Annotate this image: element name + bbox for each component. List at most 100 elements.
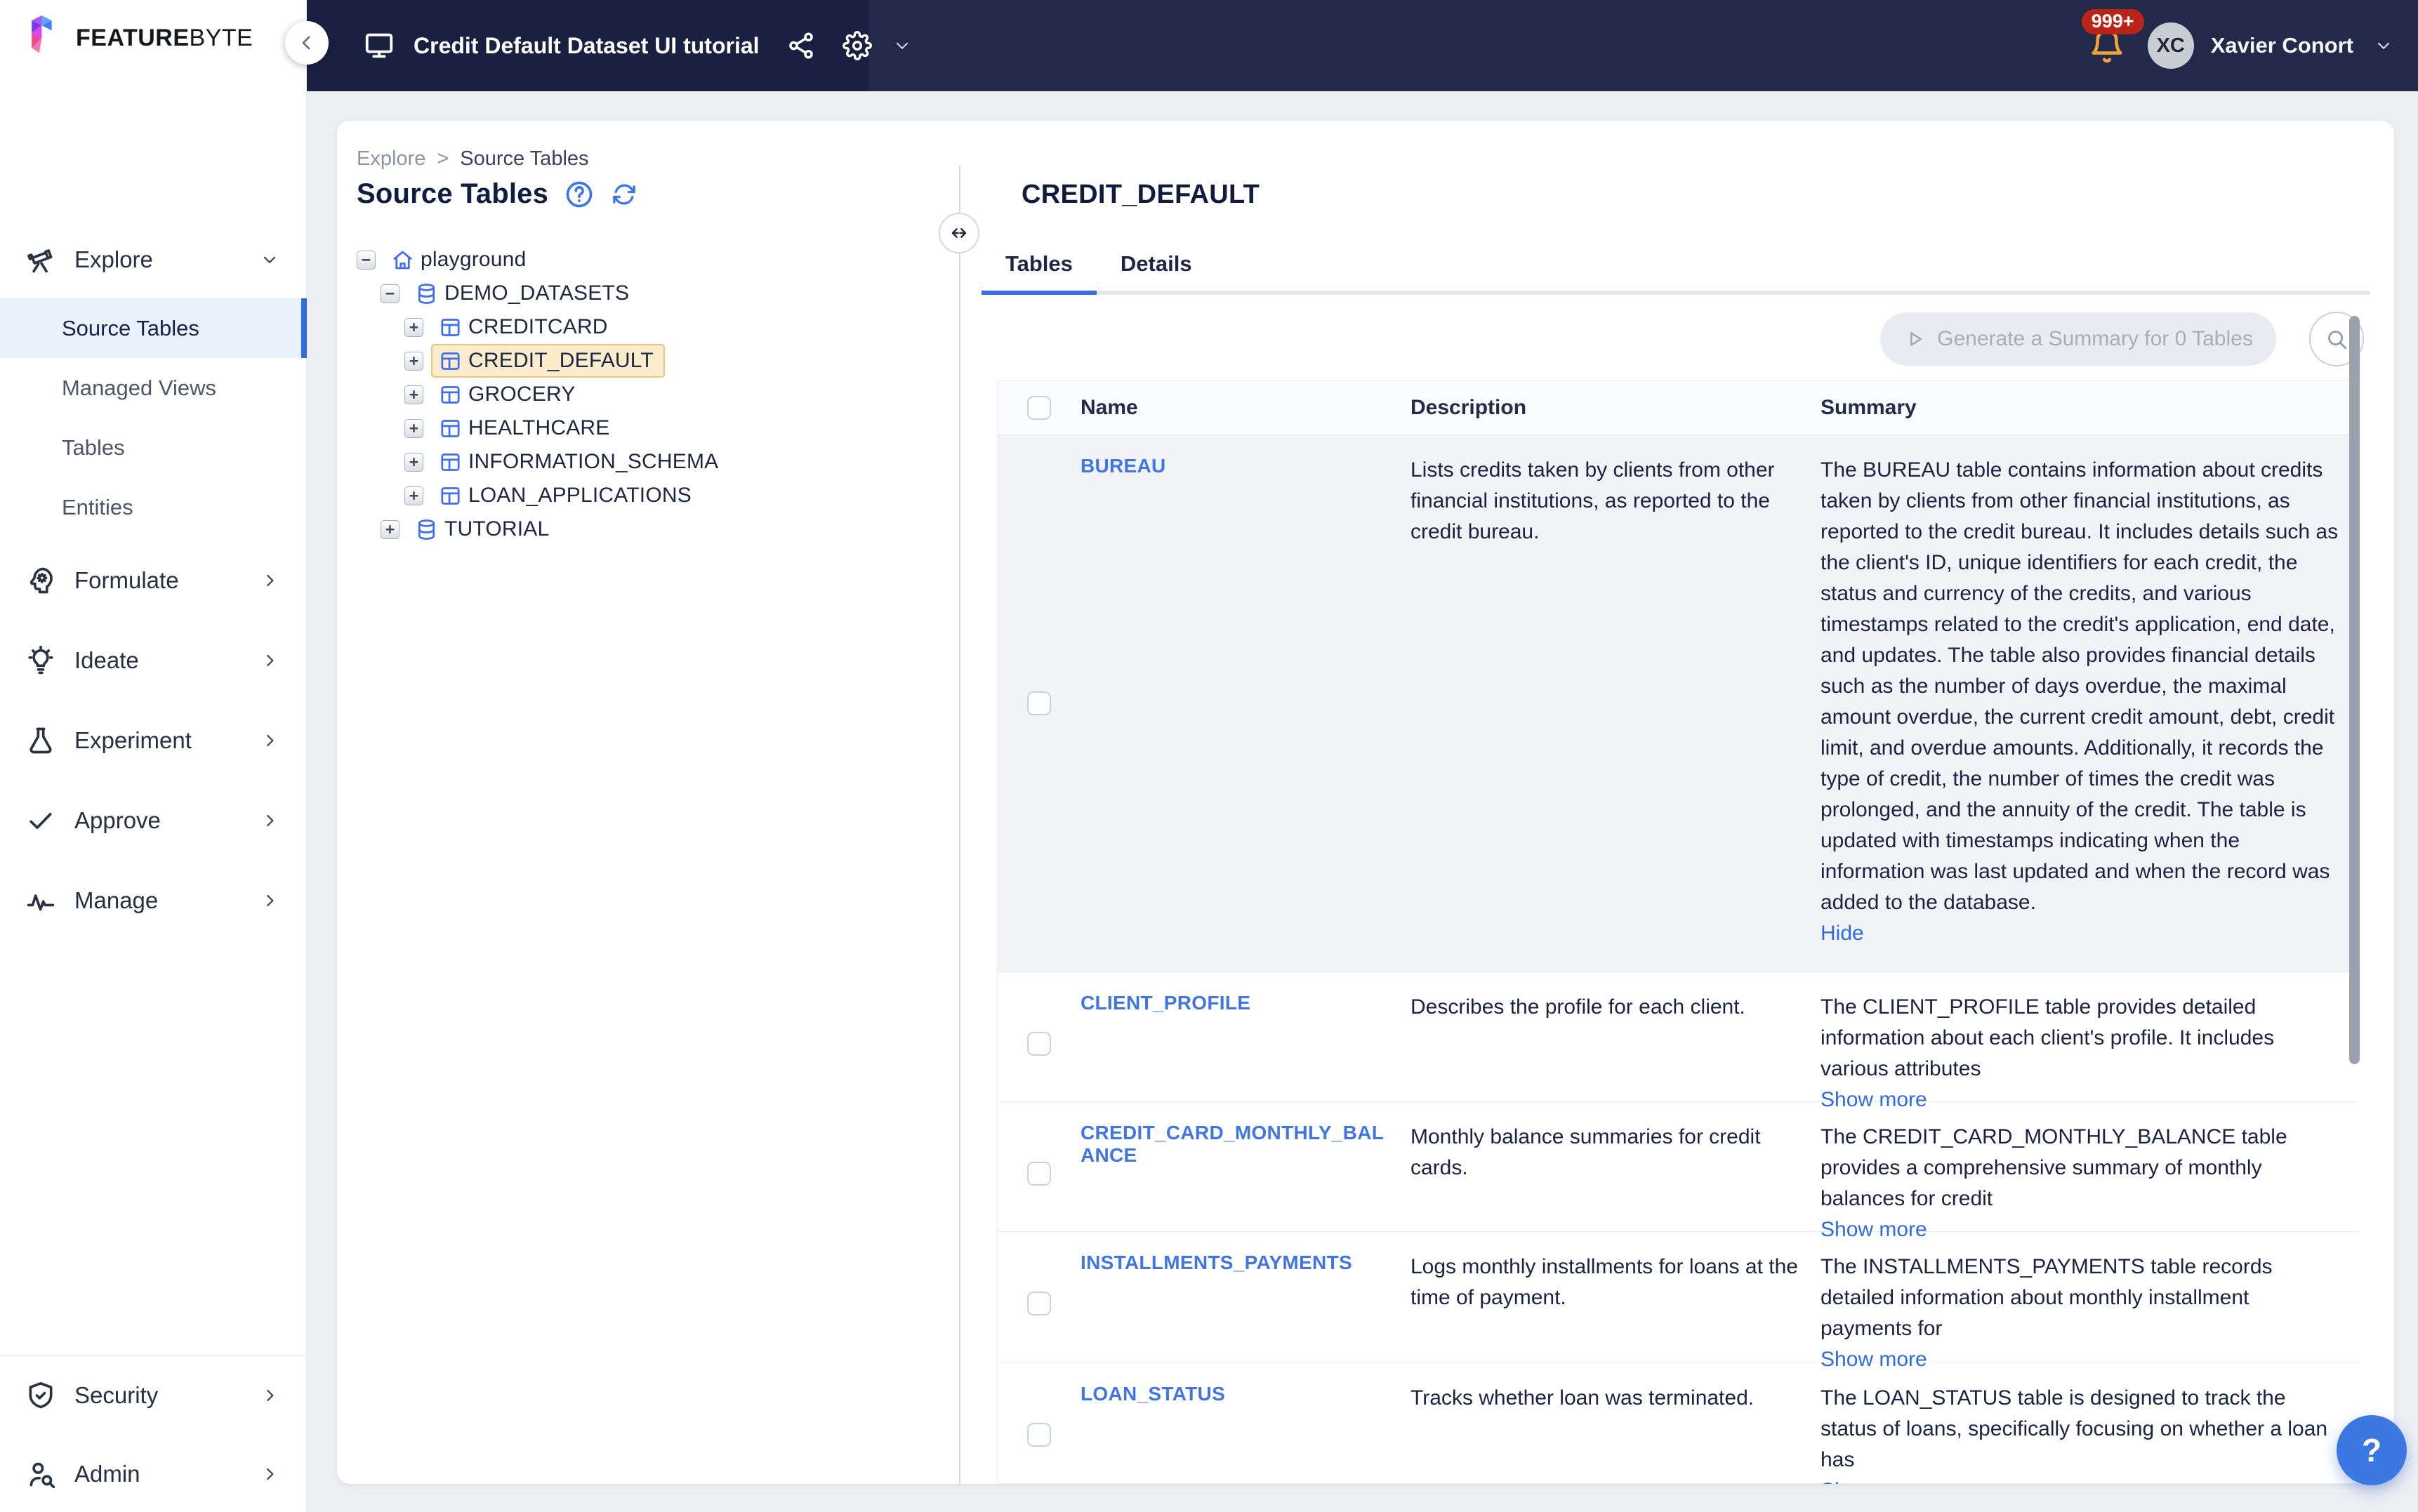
sidebar-subitem-managed-views[interactable]: Managed Views [0,358,307,418]
project-title: Credit Default Dataset UI tutorial [414,33,760,59]
avatar[interactable]: XC [2148,22,2194,69]
vertical-scrollbar[interactable] [2349,316,2360,1064]
generate-summary-button[interactable]: Generate a Summary for 0 Tables [1880,312,2276,366]
sidebar-item-formulate[interactable]: Formulate [0,551,307,610]
tree-row-creditcard[interactable]: + CREDITCARD [337,310,941,344]
page-title: Source Tables [357,178,548,210]
table-icon [439,451,462,474]
house-icon [391,248,414,272]
notifications-button[interactable]: 999+ [2087,26,2127,65]
notifications-badge: 999+ [2082,9,2144,34]
tree-row-loan_applications[interactable]: + LOAN_APPLICATIONS [337,479,941,512]
tree-row-credit_default[interactable]: + CREDIT_DEFAULT [337,344,941,378]
tree-expander[interactable]: + [381,520,399,539]
sidebar-bottom-menu: Security Admin [0,1366,307,1512]
table-row-client_profile[interactable]: CLIENT_PROFILE Describes the profile for… [997,972,2358,1102]
splitter-handle[interactable] [939,213,979,253]
head-gear-icon [25,565,56,596]
help-fab-button[interactable]: ? [2337,1415,2407,1485]
project-dropdown-button[interactable] [893,37,911,55]
sidebar-item-label: Explore [74,246,153,273]
sidebar-subitem-source-tables[interactable]: Source Tables [0,298,307,358]
tree-expander[interactable]: + [404,352,423,371]
summary-toggle-link[interactable]: Hide [1821,918,2340,949]
select-all-checkbox[interactable] [1027,396,1051,420]
row-checkbox[interactable] [1027,1423,1051,1447]
tree-row-healthcare[interactable]: + HEALTHCARE [337,411,941,445]
table-row-installments_payments[interactable]: INSTALLMENTS_PAYMENTS Logs monthly insta… [997,1232,2358,1363]
table-name-link[interactable]: INSTALLMENTS_PAYMENTS [1081,1252,1352,1273]
table-description: Lists credits taken by clients from othe… [1410,435,1821,971]
table-summary: The CLIENT_PROFILE table provides detail… [1821,995,2274,1080]
user-search-icon [25,1459,56,1490]
chevron-right-icon [260,1465,279,1483]
tab-details[interactable]: Details [1097,237,1216,291]
source-tables-header: Source Tables [357,178,638,210]
tree-row-playground[interactable]: − playground [337,243,941,277]
help-icon-button[interactable] [564,179,595,210]
sidebar-item-ideate[interactable]: Ideate [0,631,307,690]
featurebyte-logo-text: FEATUREBYTE [76,25,253,52]
breadcrumb: Explore > Source Tables [357,147,589,171]
panel-splitter[interactable] [959,166,960,1484]
explore-submenu: Source Tables Managed Views Tables Entit… [0,298,307,537]
tree-expander[interactable]: + [404,385,423,404]
tree-expander[interactable]: + [404,486,423,505]
breadcrumb-separator: > [437,147,449,171]
sidebar-item-approve[interactable]: Approve [0,791,307,850]
pulse-icon [25,885,56,916]
tree-row-tutorial[interactable]: + TUTORIAL [337,512,941,546]
tree-expander[interactable]: − [381,284,399,303]
summary-toggle-link[interactable]: Show more [1821,1475,2340,1484]
table-row-loan_status[interactable]: LOAN_STATUS Tracks whether loan was term… [997,1363,2358,1484]
shield-icon [25,1380,56,1411]
sidebar-subitem-tables[interactable]: Tables [0,418,307,477]
row-checkbox[interactable] [1027,1162,1051,1186]
tab-tables[interactable]: Tables [982,237,1097,291]
table-name-link[interactable]: CREDIT_CARD_MONTHLY_BALANCE [1081,1122,1384,1166]
sidebar-item-security[interactable]: Security [0,1366,307,1425]
sidebar-item-explore[interactable]: Explore [0,230,307,289]
arrows-left-right-icon [949,223,970,244]
project-selector[interactable]: Credit Default Dataset UI tutorial [307,0,869,91]
breadcrumb-item[interactable]: Explore [357,147,425,171]
flask-icon [25,725,56,756]
table-row-credit_card_monthly_balance[interactable]: CREDIT_CARD_MONTHLY_BALANCE Monthly bala… [997,1102,2358,1232]
share-button[interactable] [786,31,816,60]
tree-row-grocery[interactable]: + GROCERY [337,378,941,411]
table-description: Describes the profile for each client. [1410,972,1821,1115]
tree-row-information_schema[interactable]: + INFORMATION_SCHEMA [337,445,941,479]
table-name-link[interactable]: CLIENT_PROFILE [1081,992,1250,1014]
sidebar-collapse-button[interactable] [285,21,329,65]
database-icon [415,518,438,541]
row-checkbox[interactable] [1027,1032,1051,1056]
project-settings-button[interactable] [843,31,872,60]
column-header-description: Description [1410,396,1821,420]
table-summary: The BUREAU table contains information ab… [1821,458,2338,914]
user-menu-button[interactable] [2374,37,2393,55]
topbar-right-cluster: 999+ XC Xavier Conort [2087,0,2393,91]
table-row-bureau[interactable]: BUREAU Lists credits taken by clients fr… [997,435,2358,972]
tree-expander[interactable]: + [404,419,423,438]
sidebar-item-experiment[interactable]: Experiment [0,711,307,770]
refresh-button[interactable] [610,180,638,208]
database-icon [415,282,438,305]
main-card: Explore > Source Tables Source Tables − … [337,121,2394,1484]
row-checkbox[interactable] [1027,691,1051,715]
chevron-right-icon [260,1386,279,1405]
table-description: Tracks whether loan was terminated. [1410,1363,1821,1484]
detail-tabs: Tables Details [982,237,2370,295]
sidebar-item-manage[interactable]: Manage [0,871,307,930]
sidebar-subitem-entities[interactable]: Entities [0,477,307,537]
featurebyte-logo: FEATUREBYTE [24,15,253,60]
tree-expander[interactable]: − [357,251,376,270]
table-summary: The CREDIT_CARD_MONTHLY_BALANCE table pr… [1821,1125,2287,1210]
table-name-link[interactable]: BUREAU [1081,455,1166,477]
table-name-link[interactable]: LOAN_STATUS [1081,1383,1225,1405]
tree-expander[interactable]: + [404,318,423,337]
tree-row-demo_datasets[interactable]: − DEMO_DATASETS [337,277,941,310]
sidebar-item-admin[interactable]: Admin [0,1445,307,1504]
user-name: Xavier Conort [2211,33,2353,58]
tree-expander[interactable]: + [404,453,423,472]
row-checkbox[interactable] [1027,1292,1051,1315]
